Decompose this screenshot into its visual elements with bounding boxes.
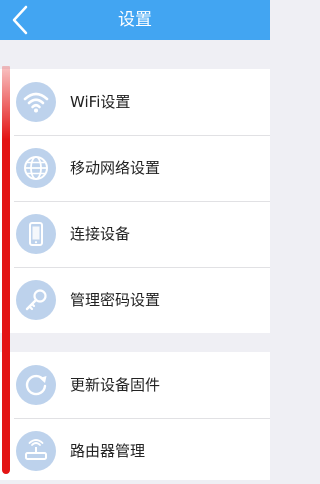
settings-group-primary: WiFi设置 移动网络设置 连接设备 管理密码设置 — [0, 69, 270, 333]
wifi-settings-item[interactable]: WiFi设置 — [0, 69, 270, 135]
app-header: 设置 — [0, 0, 270, 40]
admin-password-settings-item[interactable]: 管理密码设置 — [0, 267, 270, 333]
firmware-update-label: 更新设备固件 — [70, 376, 161, 394]
firmware-update-item[interactable]: 更新设备固件 — [0, 352, 270, 418]
key-icon — [16, 280, 56, 320]
router-management-label: 路由器管理 — [70, 442, 146, 460]
connected-devices-label: 连接设备 — [70, 225, 131, 243]
globe-icon — [16, 148, 56, 188]
page-title: 设置 — [118, 10, 152, 30]
red-annotation-bar — [2, 66, 10, 474]
connected-devices-item[interactable]: 连接设备 — [0, 201, 270, 267]
refresh-icon — [16, 365, 56, 405]
settings-group-secondary: 更新设备固件 路由器管理 — [0, 352, 270, 480]
router-management-item[interactable]: 路由器管理 — [0, 418, 270, 484]
mobile-network-settings-item[interactable]: 移动网络设置 — [0, 135, 270, 201]
mobile-network-settings-label: 移动网络设置 — [70, 159, 161, 177]
phone-icon — [16, 214, 56, 254]
wifi-settings-label: WiFi设置 — [70, 93, 131, 111]
wifi-icon — [16, 82, 56, 122]
router-icon — [16, 431, 56, 471]
admin-password-settings-label: 管理密码设置 — [70, 291, 161, 309]
